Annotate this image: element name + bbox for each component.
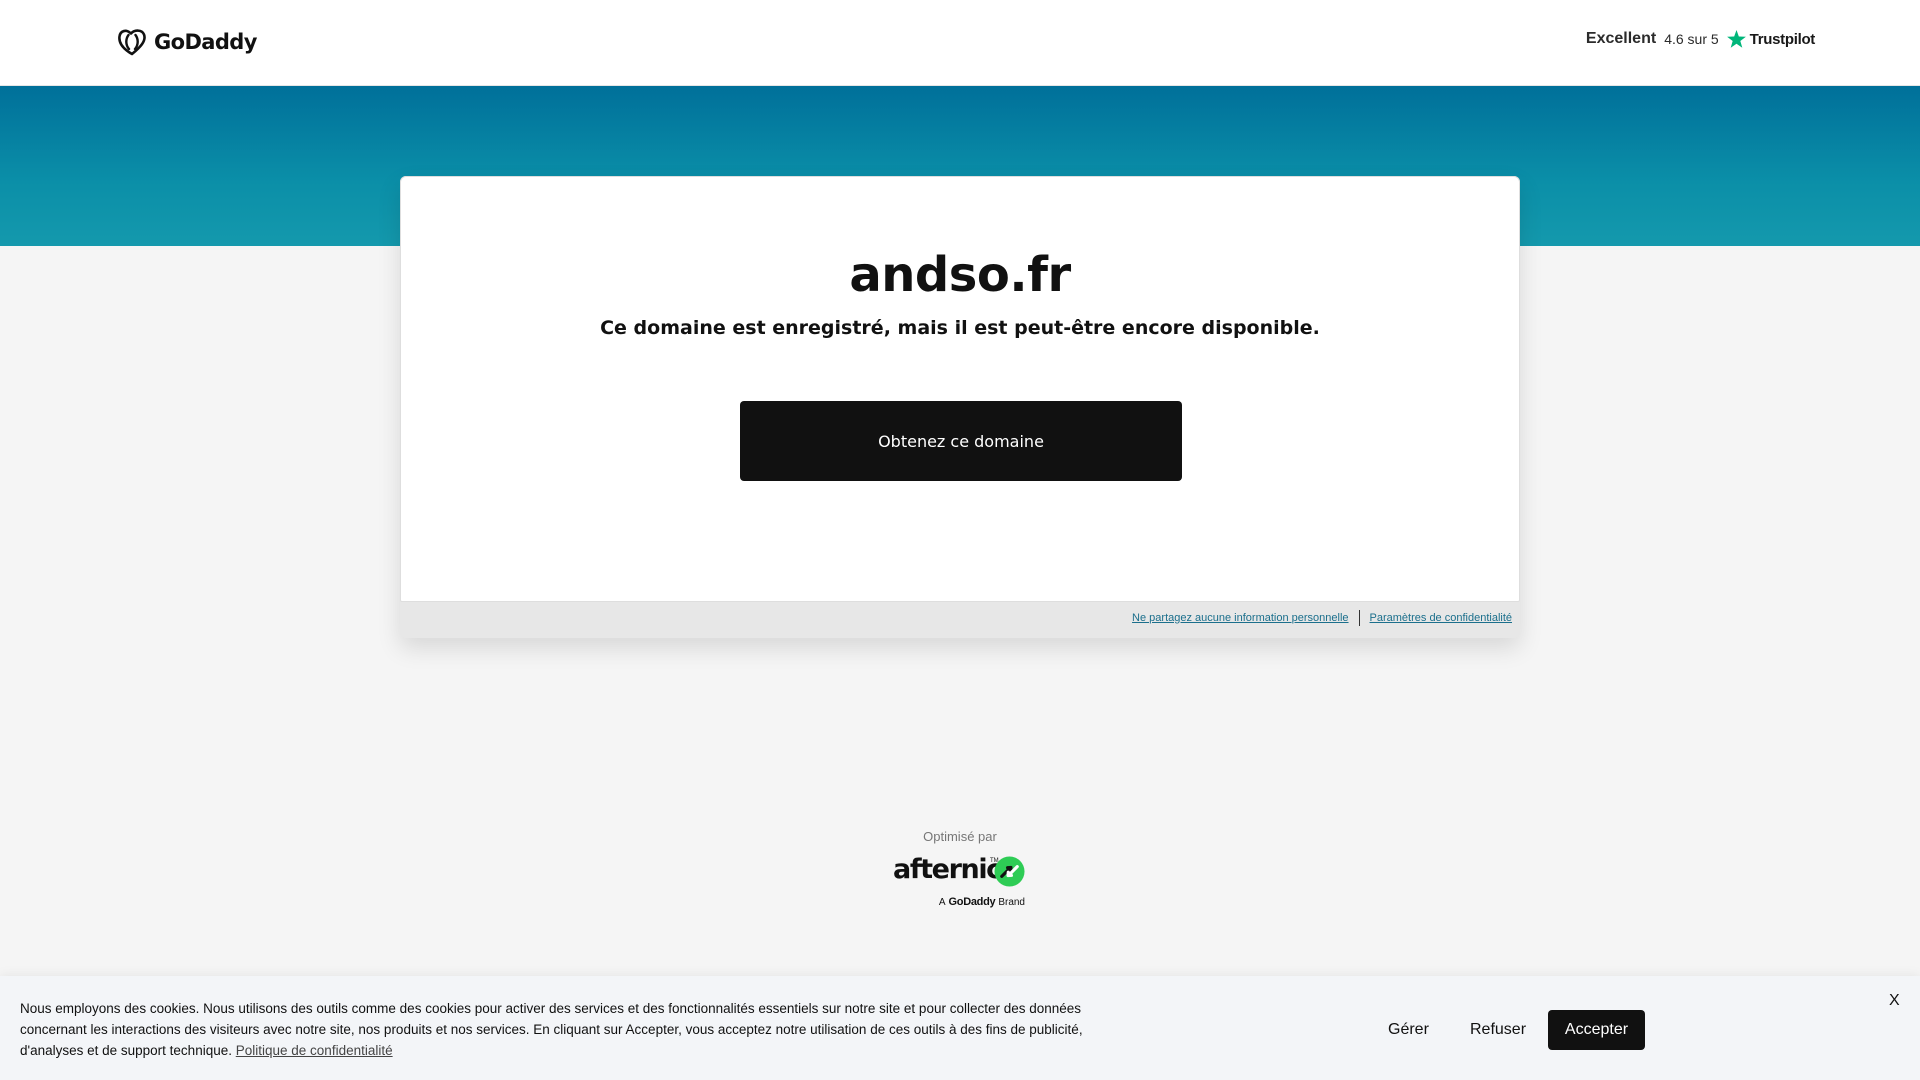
privacy-links: Ne partagez aucune information personnel…: [1132, 610, 1512, 626]
cookie-message: Nous employons des cookies. Nous utiliso…: [20, 998, 1140, 1061]
brand-name: GoDaddy: [154, 30, 257, 54]
afternic-wordmark: afternic: [893, 854, 1002, 885]
cookie-banner: Nous employons des cookies. Nous utiliso…: [0, 976, 1920, 1080]
privacy-settings-link[interactable]: Paramètres de confidentialité: [1370, 612, 1512, 624]
domain-name: andso.fr: [849, 247, 1071, 303]
powered-by-label: Optimisé par: [923, 829, 997, 844]
do-not-share-link[interactable]: Ne partagez aucune information personnel…: [1132, 612, 1348, 624]
tagline-brand: GoDaddy: [948, 896, 996, 908]
close-banner-button[interactable]: X: [1889, 992, 1900, 1010]
get-domain-button[interactable]: Obtenez ce domaine: [740, 401, 1182, 481]
domain-card-container: andso.fr Ce domaine est enregistré, mais…: [400, 176, 1520, 638]
godaddy-logo[interactable]: GoDaddy: [116, 27, 257, 57]
manage-cookies-button[interactable]: Gérer: [1388, 1021, 1429, 1039]
accept-cookies-button[interactable]: Accepter: [1548, 1010, 1645, 1050]
site-header: GoDaddy Excellent 4.6 sur 5 Trustpilot: [0, 0, 1920, 86]
afternic-logo[interactable]: afternic TM A GoDaddy Brand: [893, 854, 1033, 912]
afternic-arrows-icon: [994, 856, 1025, 887]
tagline-prefix: A: [938, 897, 946, 908]
trustpilot-wordmark: Trustpilot: [1749, 30, 1816, 48]
link-divider: [1358, 610, 1360, 626]
domain-card: andso.fr Ce domaine est enregistré, mais…: [400, 176, 1520, 602]
domain-status: Ce domaine est enregistré, mais il est p…: [600, 317, 1320, 339]
godaddy-brand-tagline: A GoDaddy Brand: [939, 896, 1025, 908]
rating-score: 4.6 sur 5: [1664, 31, 1719, 47]
refuse-cookies-button[interactable]: Refuser: [1470, 1021, 1526, 1039]
cookie-message-text: Nous employons des cookies. Nous utiliso…: [20, 1001, 1083, 1058]
rating-label: Excellent: [1585, 30, 1657, 47]
star-icon: [1726, 30, 1746, 48]
trustpilot-rating[interactable]: Excellent 4.6 sur 5 Trustpilot: [1586, 30, 1815, 48]
privacy-policy-link[interactable]: Politique de confidentialité: [236, 1043, 393, 1058]
tagline-suffix: Brand: [998, 897, 1025, 908]
godaddy-heart-icon: [118, 29, 146, 56]
